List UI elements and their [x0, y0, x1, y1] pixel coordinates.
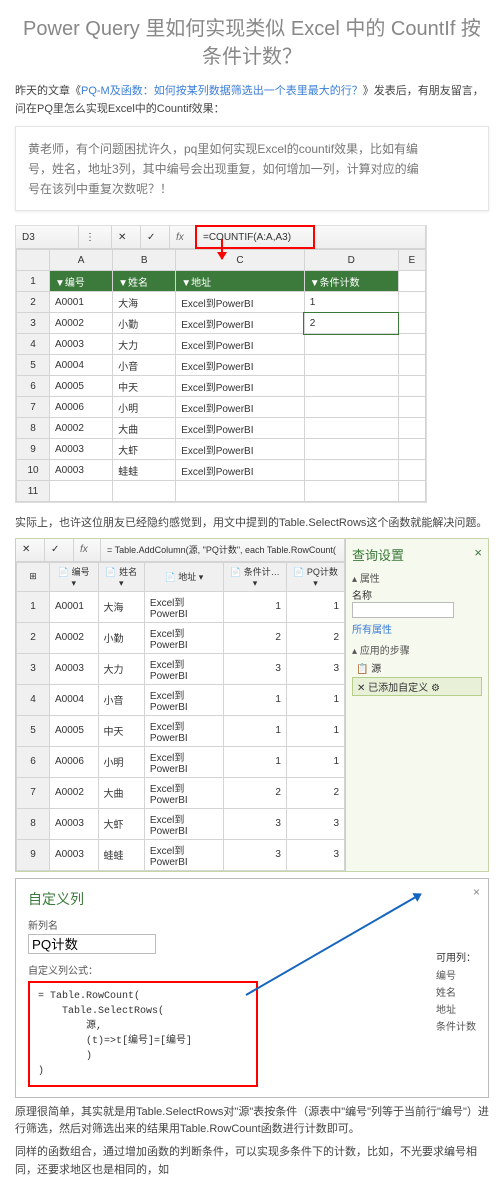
query-settings-panel: 查询设置× ▴ 属性 名称 所有属性 ▴ 应用的步骤 📋 源 ✕ 已添加自定义 …	[345, 539, 488, 871]
pq-screenshot: ✕✓ fx = Table.AddColumn(源, "PQ计数", each …	[15, 538, 489, 872]
pq-grid: ⊞📄 编号 ▾📄 姓名 ▾📄 地址 ▾📄 条件计… ▾📄 PQ计数 ▾ 1A00…	[16, 562, 345, 871]
step-added-custom[interactable]: ✕ 已添加自定义 ⚙	[352, 677, 482, 696]
explanation-2: 同样的函数组合，通过增加函数的判断条件，可以实现多条件下的计数，比如，不光要求编…	[15, 1144, 489, 1179]
new-column-input[interactable]	[28, 934, 156, 954]
fx-icon: fx	[170, 226, 197, 248]
mid-paragraph: 实际上，也许这位朋友已经隐约感觉到，用文中提到的Table.SelectRows…	[15, 515, 489, 533]
available-columns: 可用列： 编号姓名地址条件计数	[436, 949, 476, 1036]
article-link[interactable]: PQ-M及函数：如何按某列数据筛选出一个表里最大的行？	[81, 85, 363, 97]
custom-column-dialog: × 自定义列 新列名 自定义列公式： = Table.RowCount( Tab…	[15, 878, 489, 1098]
intro-paragraph: 昨天的文章《PQ-M及函数：如何按某列数据筛选出一个表里最大的行？》发表后，有朋…	[15, 83, 489, 118]
excel-grid: ABCDE 1▼编号▼姓名▼地址▼条件计数 2A0001大海Excel到Powe…	[16, 249, 426, 502]
formula-bar: =COUNTIF(A:A,A3)	[197, 226, 426, 248]
excel-screenshot: D3 ⋮ ✕ ✓ fx =COUNTIF(A:A,A3) ABCDE 1▼编号▼…	[15, 225, 427, 503]
close-icon[interactable]: ×	[473, 885, 480, 899]
formula-code: = Table.RowCount( Table.SelectRows( 源, (…	[28, 981, 258, 1087]
red-arrow	[221, 239, 223, 259]
blue-arrow	[246, 894, 420, 996]
page-title: Power Query 里如何实现类似 Excel 中的 CountIf 按条件…	[15, 15, 489, 71]
close-icon[interactable]: ×	[474, 545, 482, 564]
explanation-1: 原理很简单，其实就是用Table.SelectRows对"源"表按条件（源表中"…	[15, 1104, 489, 1139]
quote-box: 黄老师，有个问题困扰许久，pq里如何实现Excel的countif效果，比如有编…	[15, 126, 489, 211]
name-box: D3	[16, 226, 79, 248]
step-source[interactable]: 📋 源	[352, 659, 482, 676]
